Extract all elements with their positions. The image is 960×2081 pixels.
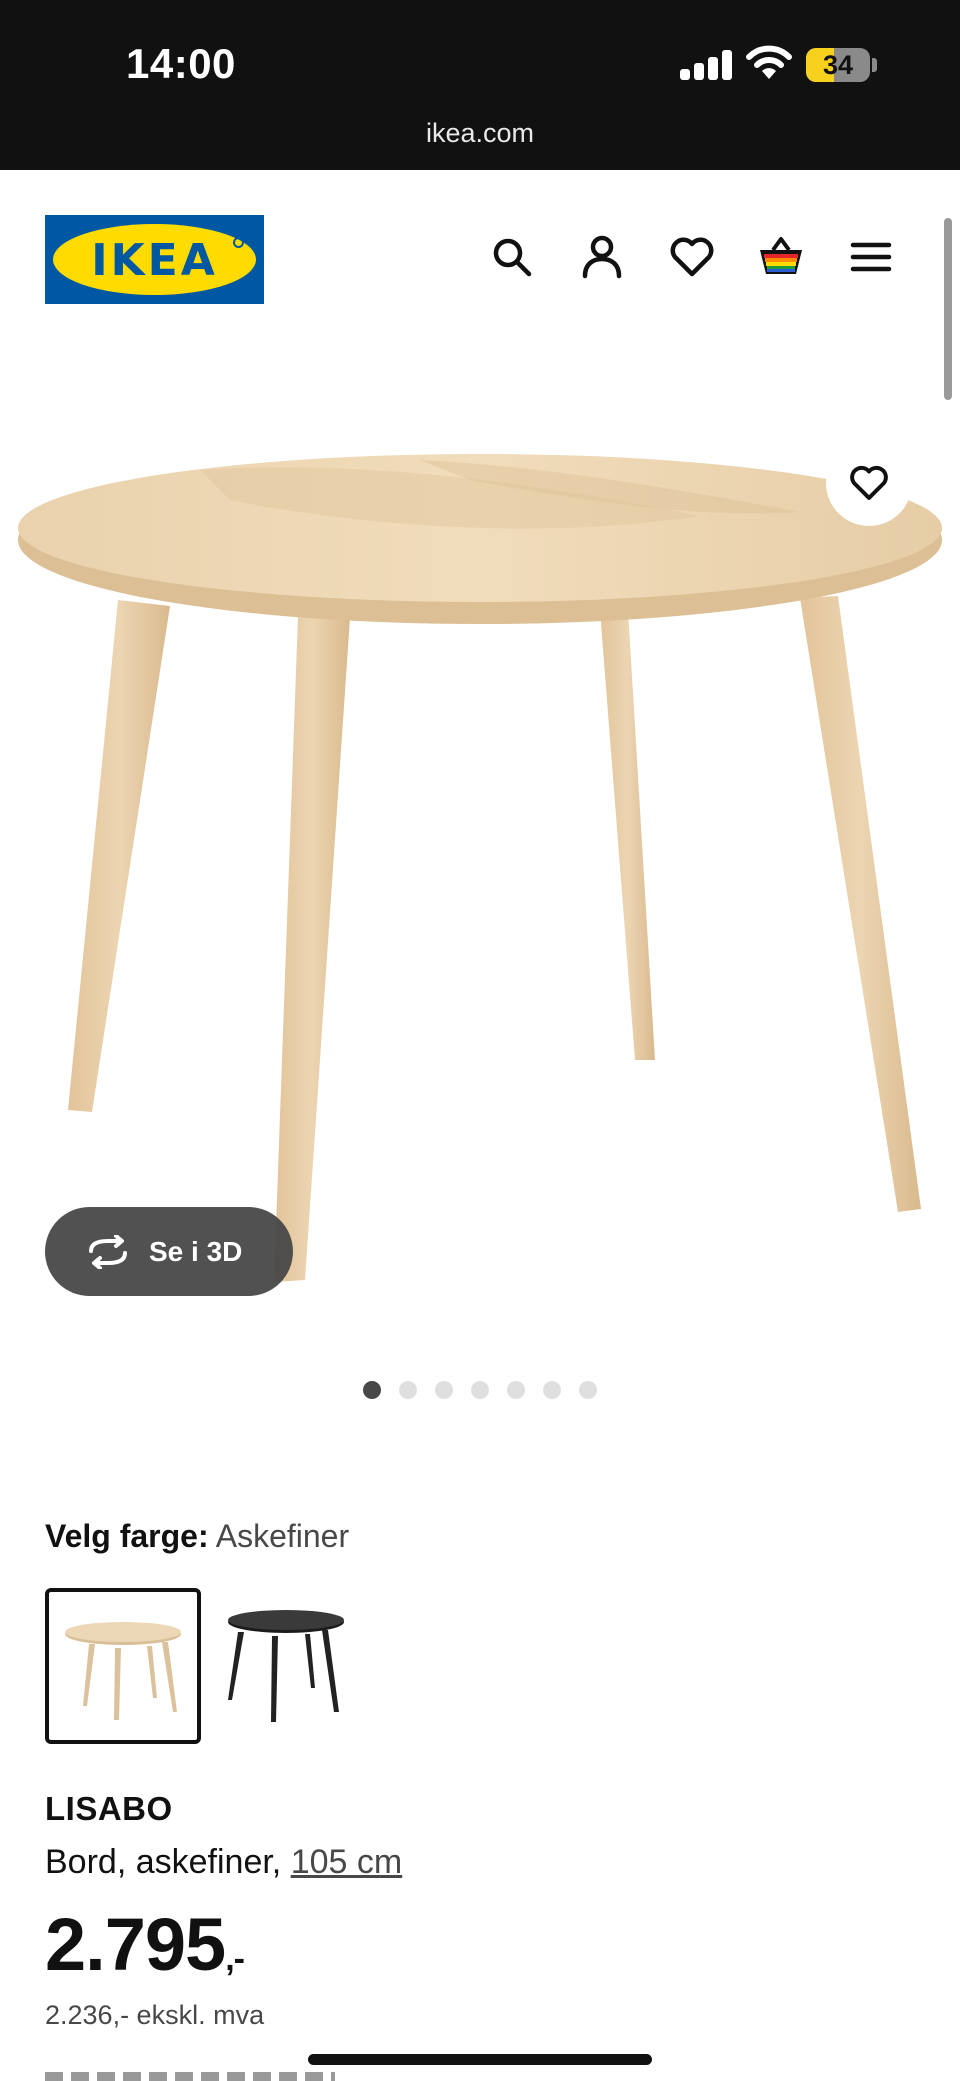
home-indicator[interactable] [308, 2054, 652, 2065]
carousel-dot[interactable] [363, 1381, 381, 1399]
table-black-brown-thumbnail [228, 1610, 344, 1722]
truncated-text-line [45, 2072, 335, 2081]
carousel-dot[interactable] [471, 1381, 489, 1399]
account-icon[interactable] [577, 232, 627, 282]
view-in-3d-button[interactable]: Se i 3D [45, 1207, 293, 1296]
search-icon[interactable] [487, 232, 537, 282]
address-bar[interactable]: ikea.com [0, 118, 960, 149]
product-type: Bord, askefiner, [45, 1843, 282, 1881]
carousel-dot[interactable] [435, 1381, 453, 1399]
status-time: 14:00 [126, 40, 236, 87]
color-selector-label: Velg farge: Askefiner [45, 1518, 349, 1555]
menu-icon[interactable] [846, 232, 896, 282]
favourites-icon[interactable] [667, 232, 717, 282]
price-amount: 2.795 [45, 1903, 226, 1986]
carousel-dot[interactable] [543, 1381, 561, 1399]
status-bar: 14:00 34 ikea.com [0, 0, 960, 170]
price-suffix: ,- [225, 1940, 245, 1978]
add-to-favourites-button[interactable] [826, 440, 912, 526]
price-ex-vat: 2.236,- ekskl. mva [45, 2000, 265, 2030]
color-swatch-ash[interactable] [45, 1588, 201, 1744]
wifi-icon [746, 45, 792, 79]
battery-icon: 34 [806, 48, 870, 82]
heart-icon [850, 465, 888, 500]
carousel-dot[interactable] [507, 1381, 525, 1399]
carousel-dot[interactable] [399, 1381, 417, 1399]
product-description: Bord, askefiner, 105 cm [45, 1843, 402, 1882]
battery-nub [872, 58, 877, 72]
ikea-logo[interactable]: IKEA [45, 215, 264, 304]
image-carousel-indicator [0, 1381, 960, 1399]
product-size-link[interactable]: 105 cm [291, 1843, 403, 1881]
logo-text: IKEA [91, 235, 218, 286]
view-in-3d-label: Se i 3D [149, 1235, 243, 1267]
product-name: LISABO [45, 1790, 173, 1827]
product-price: 2.795,- [45, 1902, 245, 1987]
rotate-3d-icon [89, 1234, 127, 1269]
page-scrollbar[interactable] [944, 218, 952, 400]
cellular-signal-icon [680, 50, 732, 80]
carousel-dot[interactable] [579, 1381, 597, 1399]
product-image[interactable] [0, 420, 960, 1340]
color-value: Askefiner [215, 1518, 350, 1554]
battery-percentage: 34 [822, 50, 854, 80]
table-ash-thumbnail [65, 1622, 181, 1720]
basket-icon[interactable] [756, 232, 806, 282]
color-swatch-black-brown[interactable] [208, 1588, 364, 1744]
color-label: Velg farge: [45, 1518, 209, 1554]
